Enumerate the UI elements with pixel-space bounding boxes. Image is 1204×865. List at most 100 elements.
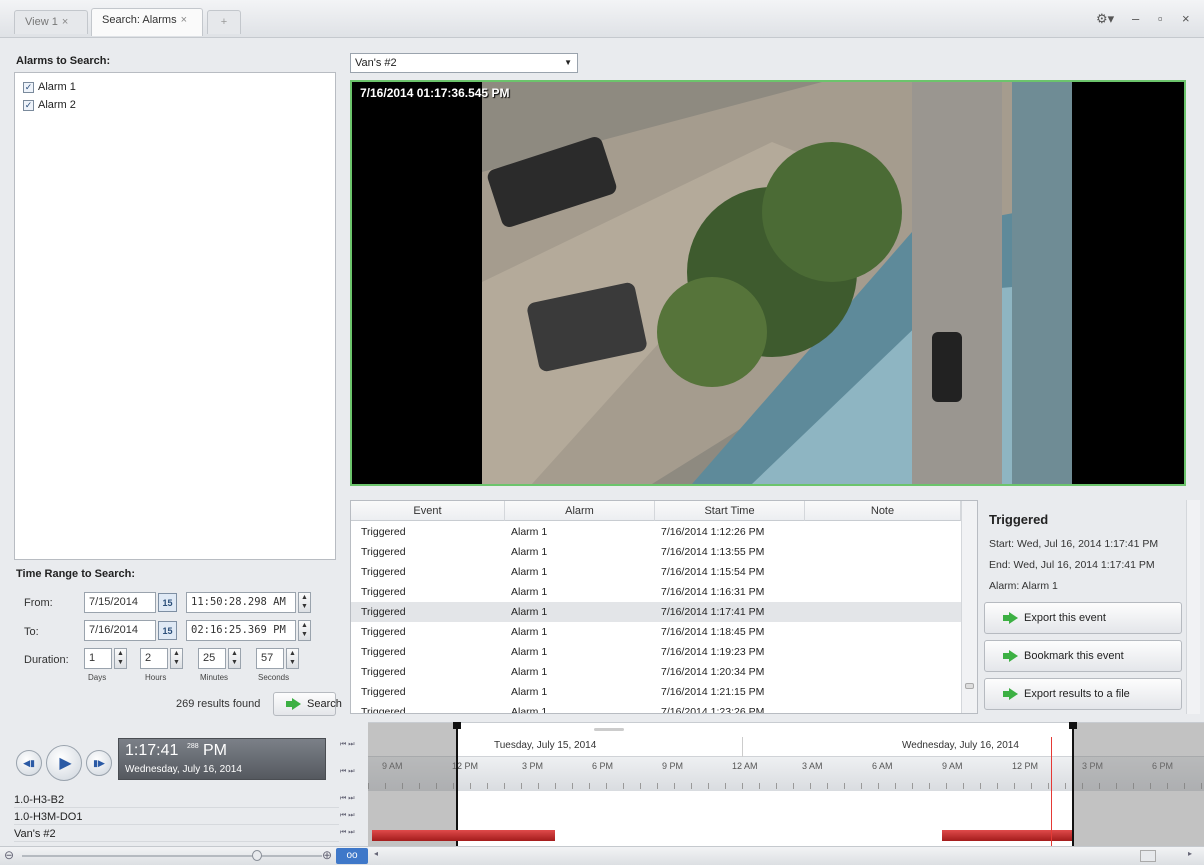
to-date-field[interactable]: 7/16/2014 [84, 620, 156, 641]
zoom-slider[interactable] [22, 855, 322, 857]
from-date-field[interactable]: 7/15/2014 [84, 592, 156, 613]
column-header-start-time[interactable]: Start Time [655, 501, 805, 521]
gear-icon[interactable]: ⚙▾ [1096, 11, 1114, 27]
table-row[interactable]: Triggered Alarm 1 7/16/2014 1:21:15 PM [351, 682, 961, 702]
event-cell: Triggered [361, 646, 406, 658]
range-handle-grip[interactable] [453, 722, 461, 729]
scroll-thumb[interactable] [1140, 850, 1156, 862]
scroll-thumb[interactable] [965, 683, 974, 689]
to-time-stepper[interactable]: ▲ ▼ [298, 620, 311, 641]
recording-segment[interactable] [942, 830, 1072, 841]
scroll-left-icon[interactable]: ◂ [374, 849, 378, 858]
checkbox-checked-icon[interactable]: ✓ [23, 81, 34, 93]
seconds-field[interactable]: 57 [256, 648, 284, 669]
step-forward-button[interactable]: ▮▶ [86, 750, 112, 776]
range-end-handle[interactable] [1072, 723, 1074, 847]
hours-field[interactable]: 2 [140, 648, 168, 669]
new-tab-button[interactable]: + [207, 10, 241, 34]
zoom-slider-thumb[interactable] [252, 850, 262, 861]
alarm-label: Alarm 1 [38, 81, 76, 93]
event-cell: Triggered [361, 606, 406, 618]
from-time-field[interactable]: 11:50:28.298 AM [186, 592, 296, 613]
camera-select[interactable]: Van's #2 ▼ [350, 53, 578, 73]
video-feed[interactable]: 7/16/2014 01:17:36.545 PM [350, 80, 1186, 486]
event-cell: Triggered [361, 586, 406, 598]
calendar-icon[interactable]: 15 [158, 593, 177, 612]
tab-search-alarms[interactable]: Search: Alarms × [91, 8, 203, 36]
days-stepper[interactable]: ▲ ▼ [114, 648, 127, 669]
close-icon[interactable]: × [1182, 11, 1190, 26]
zoom-out-icon[interactable]: ⊖ [4, 848, 14, 862]
timeline-nav-icon[interactable]: ⏮⏭ [340, 741, 357, 749]
hours-stepper[interactable]: ▲ ▼ [170, 648, 183, 669]
export-event-button[interactable]: Export this event [984, 602, 1182, 634]
alarm-list: ✓ Alarm 1 ✓ Alarm 2 [14, 72, 336, 560]
from-label: From: [24, 597, 53, 609]
from-time-stepper[interactable]: ▲ ▼ [298, 592, 311, 613]
camera-select-value: Van's #2 [355, 57, 397, 69]
minimize-icon[interactable]: – [1132, 11, 1139, 26]
start-time-cell: 7/16/2014 1:18:45 PM [661, 626, 765, 638]
results-table: Event Alarm Start Time Note Triggered Ala… [350, 500, 978, 714]
details-scrollbar[interactable] [1186, 500, 1200, 714]
scroll-right-icon[interactable]: ▸ [1188, 849, 1192, 858]
timeline-nav-icon[interactable]: ⏮⏭ [340, 768, 357, 776]
search-button[interactable]: Search [273, 692, 342, 716]
timeline[interactable]: Tuesday, July 15, 2014 Wednesday, July 1… [368, 722, 1204, 847]
tick-label: 12 PM [1012, 761, 1039, 771]
zoom-in-icon[interactable]: ⊕ [322, 848, 332, 862]
calendar-icon[interactable]: 15 [158, 621, 177, 640]
table-row[interactable]: Triggered Alarm 1 7/16/2014 1:12:26 PM [351, 522, 961, 542]
alarm-cell: Alarm 1 [511, 566, 548, 578]
range-handle-grip[interactable] [1069, 722, 1077, 729]
table-row[interactable]: Triggered Alarm 1 7/16/2014 1:19:23 PM [351, 642, 961, 662]
camera-row[interactable]: 1.0-H3-B2 [14, 792, 339, 808]
event-cell: Triggered [361, 666, 406, 678]
tick-label: 3 AM [802, 761, 823, 771]
play-button[interactable]: ▶ [46, 745, 82, 781]
camera-row[interactable]: Van's #2 [14, 826, 339, 842]
timeline-nav-icon[interactable]: ⏮⏭ [340, 812, 357, 820]
table-scrollbar[interactable] [961, 501, 977, 713]
table-row[interactable]: Triggered Alarm 1 7/16/2014 1:16:31 PM [351, 582, 961, 602]
close-icon[interactable]: × [181, 14, 187, 26]
camera-row[interactable]: 1.0-H3M-DO1 [14, 809, 339, 825]
table-row-selected[interactable]: Triggered Alarm 1 7/16/2014 1:17:41 PM [351, 602, 961, 622]
event-cell: Triggered [361, 686, 406, 698]
list-item[interactable]: ✓ Alarm 2 [23, 97, 76, 113]
timeline-nav-icon[interactable]: ⏮⏭ [340, 829, 357, 837]
timeline-nav-icon[interactable]: ⏮⏭ [340, 795, 357, 803]
tab-label: Search: Alarms [102, 14, 177, 26]
details-title: Triggered [989, 512, 1049, 527]
to-label: To: [24, 626, 39, 638]
minutes-field[interactable]: 25 [198, 648, 226, 669]
start-time-cell: 7/16/2014 1:17:41 PM [661, 606, 765, 618]
table-row[interactable]: Triggered Alarm 1 7/16/2014 1:23:26 PM [351, 702, 961, 713]
bookmark-event-button[interactable]: Bookmark this event [984, 640, 1182, 672]
column-header-alarm[interactable]: Alarm [505, 501, 655, 521]
table-row[interactable]: Triggered Alarm 1 7/16/2014 1:15:54 PM [351, 562, 961, 582]
list-item[interactable]: ✓ Alarm 1 [23, 79, 76, 95]
table-row[interactable]: Triggered Alarm 1 7/16/2014 1:13:55 PM [351, 542, 961, 562]
days-field[interactable]: 1 [84, 648, 112, 669]
alarm-cell: Alarm 1 [511, 686, 548, 698]
resize-grip[interactable] [594, 728, 624, 731]
link-icon[interactable]: oo [336, 848, 368, 864]
maximize-icon[interactable]: ▫ [1158, 11, 1163, 26]
column-header-event[interactable]: Event [351, 501, 505, 521]
export-results-button[interactable]: Export results to a file [984, 678, 1182, 710]
recording-segment[interactable] [372, 830, 555, 841]
table-row[interactable]: Triggered Alarm 1 7/16/2014 1:18:45 PM [351, 622, 961, 642]
tick-label: 12 AM [732, 761, 758, 771]
playback-cursor[interactable] [1051, 737, 1052, 847]
to-time-field[interactable]: 02:16:25.369 PM [186, 620, 296, 641]
step-back-button[interactable]: ◀▮ [16, 750, 42, 776]
seconds-stepper[interactable]: ▲ ▼ [286, 648, 299, 669]
tab-view-1[interactable]: View 1 × [14, 10, 88, 34]
column-header-note[interactable]: Note [805, 501, 961, 521]
range-start-handle[interactable] [456, 723, 458, 847]
checkbox-checked-icon[interactable]: ✓ [23, 99, 34, 111]
close-icon[interactable]: × [62, 16, 68, 28]
minutes-stepper[interactable]: ▲ ▼ [228, 648, 241, 669]
table-row[interactable]: Triggered Alarm 1 7/16/2014 1:20:34 PM [351, 662, 961, 682]
